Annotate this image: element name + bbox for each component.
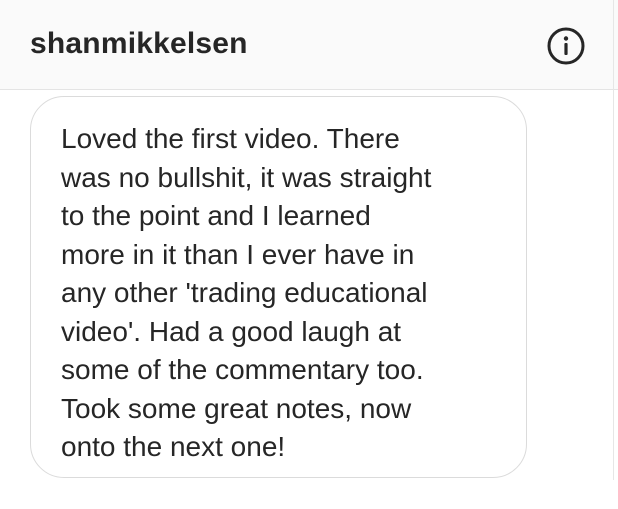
conversation-header: shanmikkelsen — [0, 0, 618, 90]
conversation-username[interactable]: shanmikkelsen — [30, 26, 248, 62]
info-circle-icon — [547, 27, 585, 65]
message-bubble[interactable]: Loved the first video. There was no bull… — [30, 96, 527, 478]
info-button[interactable] — [546, 26, 586, 66]
message-text: Loved the first video. There was no bull… — [61, 123, 432, 462]
panel-divider — [613, 0, 614, 480]
